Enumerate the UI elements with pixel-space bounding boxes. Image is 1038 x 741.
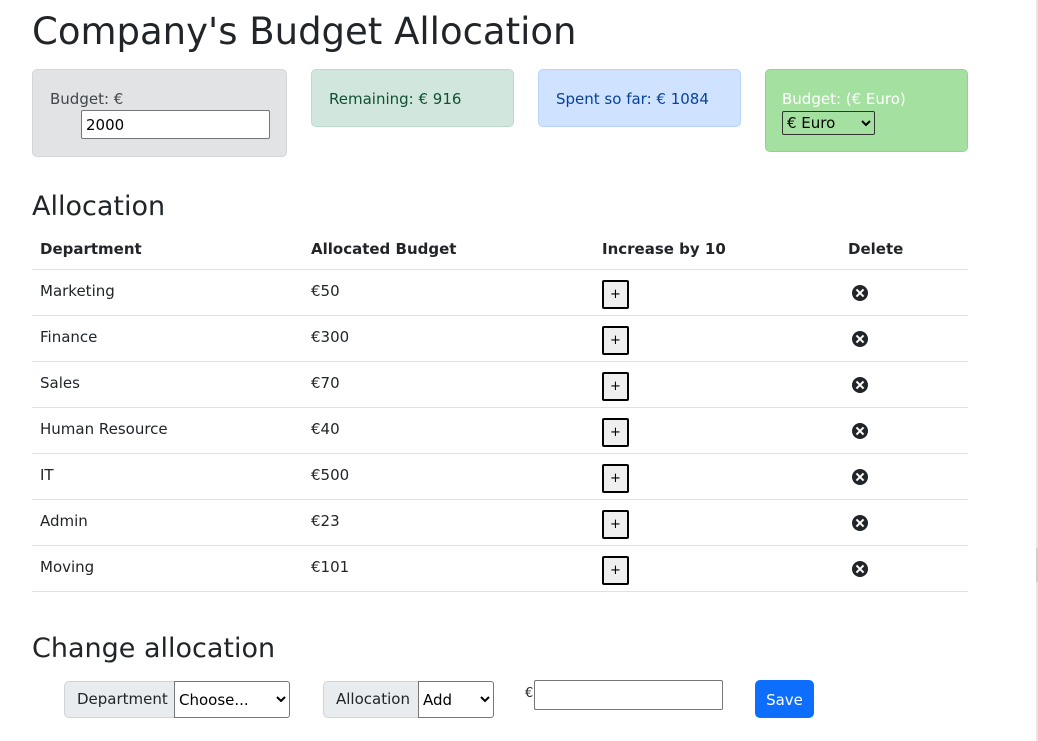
- delete-icon[interactable]: [852, 423, 868, 439]
- column-header-delete: Delete: [840, 229, 968, 270]
- delete-icon[interactable]: [852, 469, 868, 485]
- page-title: Company's Budget Allocation: [32, 10, 577, 53]
- allocation-heading: Allocation: [32, 191, 166, 222]
- department-cell: Moving: [40, 558, 95, 576]
- column-header-allocated-budget: Allocated Budget: [303, 229, 594, 270]
- department-cell: Finance: [40, 328, 98, 346]
- budget-cell: €40: [311, 420, 340, 438]
- increase-button[interactable]: +: [602, 510, 629, 539]
- amount-input[interactable]: [534, 680, 723, 710]
- increase-button[interactable]: +: [602, 418, 629, 447]
- budget-cell: €500: [311, 466, 350, 484]
- department-cell: IT: [40, 466, 54, 484]
- table-row: IT €500 +: [32, 453, 968, 500]
- budget-label: Budget: €: [50, 90, 124, 108]
- allocation-type-select[interactable]: Add: [418, 681, 494, 718]
- budget-cell: €300: [311, 328, 350, 346]
- department-select[interactable]: Choose...: [174, 681, 290, 718]
- department-cell: Sales: [40, 374, 80, 392]
- delete-icon[interactable]: [852, 377, 868, 393]
- table-header-row: Department Allocated Budget Increase by …: [32, 229, 968, 270]
- table-row: Finance €300 +: [32, 315, 968, 362]
- delete-icon[interactable]: [852, 285, 868, 301]
- budget-cell: €70: [311, 374, 340, 392]
- department-cell: Admin: [40, 512, 88, 530]
- change-allocation-heading: Change allocation: [32, 633, 276, 664]
- increase-button[interactable]: +: [602, 326, 629, 355]
- save-button[interactable]: Save: [755, 680, 814, 718]
- currency-select[interactable]: € Euro: [782, 111, 875, 135]
- page: Company's Budget Allocation Budget: € Re…: [0, 0, 1038, 741]
- spent-card: Spent so far: € 1084: [538, 69, 741, 127]
- department-select-label: Department: [64, 681, 175, 718]
- increase-button[interactable]: +: [602, 280, 629, 309]
- budget-cell: €50: [311, 282, 340, 300]
- increase-button[interactable]: +: [602, 372, 629, 401]
- department-cell: Marketing: [40, 282, 115, 300]
- budget-cell: €23: [311, 512, 340, 530]
- increase-button[interactable]: +: [602, 464, 629, 493]
- delete-icon[interactable]: [852, 561, 868, 577]
- column-header-increase: Increase by 10: [594, 229, 840, 270]
- budget-cell: €101: [311, 558, 350, 576]
- remaining-text: Remaining: € 916: [329, 90, 462, 108]
- delete-icon[interactable]: [852, 331, 868, 347]
- table-row: Marketing €50 +: [32, 269, 968, 316]
- currency-card: Budget: (€ Euro) € Euro: [765, 69, 968, 152]
- table-row: Admin €23 +: [32, 499, 968, 546]
- department-cell: Human Resource: [40, 420, 168, 438]
- table-row: Human Resource €40 +: [32, 407, 968, 454]
- increase-button[interactable]: +: [602, 556, 629, 585]
- allocation-select-label: Allocation: [323, 681, 419, 718]
- delete-icon[interactable]: [852, 515, 868, 531]
- currency-prefix: €: [525, 686, 534, 701]
- spent-text: Spent so far: € 1084: [556, 90, 709, 108]
- table-row: Moving €101 +: [32, 545, 968, 592]
- currency-label: Budget: (€ Euro): [782, 90, 906, 108]
- allocation-table: Department Allocated Budget Increase by …: [32, 229, 968, 592]
- budget-card: Budget: €: [32, 69, 287, 157]
- table-row: Sales €70 +: [32, 361, 968, 408]
- remaining-card: Remaining: € 916: [311, 69, 514, 127]
- column-header-department: Department: [32, 229, 303, 270]
- budget-input[interactable]: [81, 110, 270, 139]
